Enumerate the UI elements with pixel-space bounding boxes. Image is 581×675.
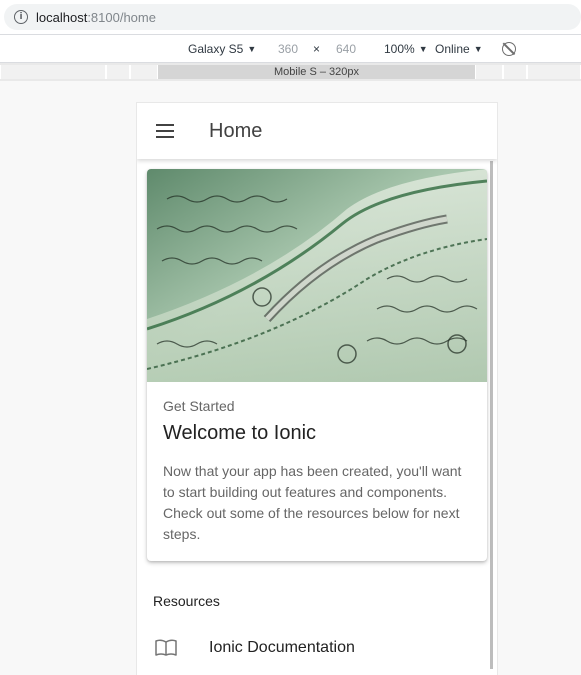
card-body-text: Now that your app has been created, you'… bbox=[163, 463, 462, 542]
card-image bbox=[147, 169, 487, 382]
book-icon bbox=[155, 639, 177, 656]
app-viewport: Home Get Started Welcome to Ionic Now th… bbox=[137, 103, 497, 675]
network-value: Online bbox=[435, 42, 470, 56]
card-subtitle: Get Started bbox=[163, 398, 235, 414]
url-path: :8100/home bbox=[87, 9, 156, 25]
height-value: 640 bbox=[336, 42, 357, 56]
menu-icon[interactable] bbox=[156, 124, 174, 138]
media-query-segment[interactable] bbox=[475, 65, 503, 79]
chevron-down-icon: ▼ bbox=[247, 44, 257, 54]
times-sign: × bbox=[313, 42, 320, 56]
width-field[interactable]: 360 bbox=[278, 42, 298, 56]
chevron-down-icon: ▼ bbox=[418, 44, 428, 54]
page-title: Home bbox=[209, 120, 263, 142]
url-field[interactable]: i localhost :8100/home bbox=[4, 4, 581, 30]
welcome-card: Get Started Welcome to Ionic Now that yo… bbox=[147, 169, 487, 561]
resources-header: Resources bbox=[153, 593, 220, 609]
site-info-icon[interactable]: i bbox=[14, 10, 28, 24]
card-title: Welcome to Ionic bbox=[163, 422, 317, 444]
zoom-value: 100% bbox=[384, 42, 415, 56]
height-field[interactable]: 640 bbox=[336, 42, 356, 56]
app-toolbar: Home bbox=[137, 103, 497, 159]
media-query-segment[interactable] bbox=[130, 65, 158, 79]
network-select[interactable]: Online ▼ bbox=[435, 42, 483, 56]
url-host: localhost bbox=[36, 9, 88, 25]
times-label: × bbox=[313, 42, 321, 56]
scrollbar[interactable] bbox=[490, 161, 493, 669]
device-toolbar: Galaxy S5 ▼ 360 × 640 100% ▼ Online ▼ bbox=[0, 34, 581, 63]
media-query-segment[interactable] bbox=[0, 65, 106, 79]
device-name: Galaxy S5 bbox=[188, 42, 244, 56]
media-query-bar: Mobile S – 320px bbox=[0, 63, 581, 81]
browser-address-bar: i localhost :8100/home bbox=[0, 0, 581, 34]
chevron-down-icon: ▼ bbox=[473, 44, 483, 54]
book-photo bbox=[147, 169, 487, 382]
resource-item-ionic-documentation[interactable]: Ionic Documentation bbox=[137, 629, 487, 669]
device-select[interactable]: Galaxy S5 ▼ bbox=[188, 42, 256, 56]
media-query-segment[interactable] bbox=[527, 65, 581, 79]
resource-item-label: Ionic Documentation bbox=[209, 639, 355, 656]
width-value: 360 bbox=[278, 42, 299, 56]
media-query-mobile-s[interactable]: Mobile S – 320px bbox=[158, 65, 475, 79]
zoom-select[interactable]: 100% ▼ bbox=[384, 42, 428, 56]
media-query-segment[interactable] bbox=[503, 65, 527, 79]
media-query-segment[interactable] bbox=[106, 65, 130, 79]
rotate-icon[interactable] bbox=[502, 42, 516, 56]
